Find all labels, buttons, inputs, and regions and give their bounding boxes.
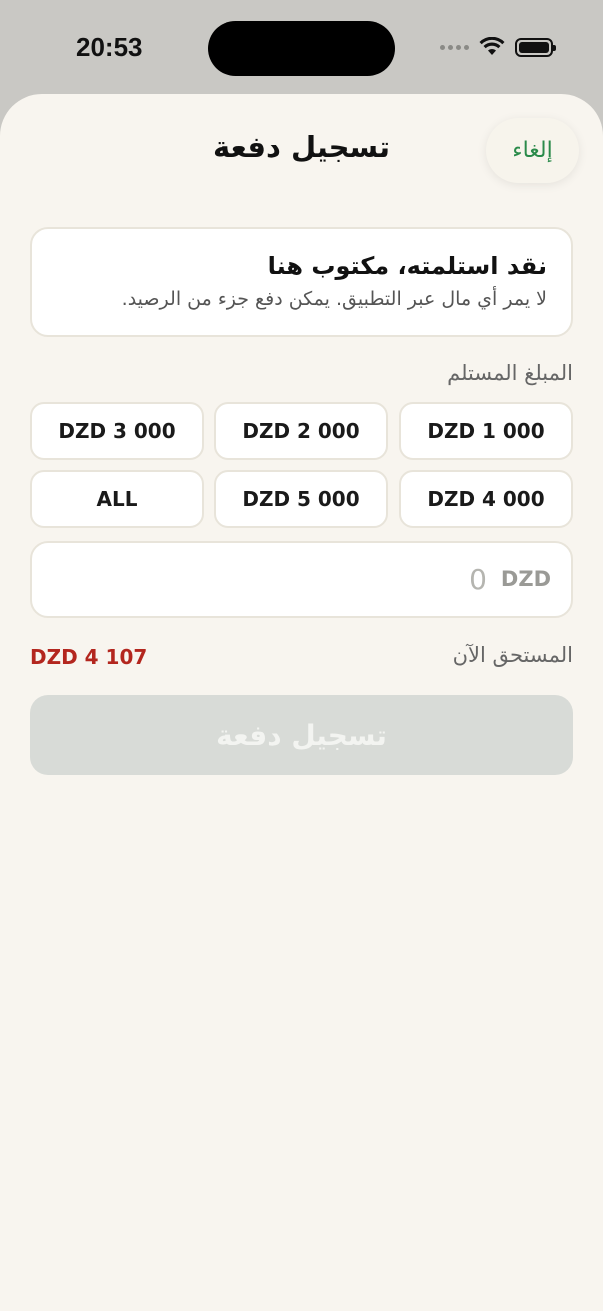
preset-all-button[interactable]: ALL: [30, 470, 204, 528]
currency-label: DZD: [500, 567, 551, 591]
info-card-subtitle: لا يمر أي مال عبر التطبيق. يمكن دفع جزء …: [121, 288, 547, 310]
amount-due-label: المستحق الآن: [452, 643, 573, 667]
amount-due-value: DZD 4 107: [30, 645, 148, 669]
status-time: 20:53: [76, 32, 143, 62]
info-card-title: نقد استلمته، مكتوب هنا: [267, 252, 547, 280]
status-bar: 20:53: [0, 0, 603, 94]
wifi-icon: [479, 37, 505, 55]
preset-amount-button[interactable]: DZD 1 000: [399, 402, 573, 460]
preset-amount-button[interactable]: DZD 4 000: [399, 470, 573, 528]
battery-icon: [515, 37, 556, 57]
cellular-signal-icon: [440, 44, 469, 50]
preset-amount-button[interactable]: DZD 3 000: [30, 402, 204, 460]
record-payment-button[interactable]: تسجيل دفعة: [30, 695, 573, 775]
status-icons: [440, 37, 556, 57]
amount-field[interactable]: DZD: [30, 541, 573, 618]
amount-input[interactable]: [187, 557, 487, 601]
info-card: نقد استلمته، مكتوب هنا لا يمر أي مال عبر…: [30, 227, 573, 337]
cancel-button[interactable]: إلغاء: [486, 118, 579, 183]
record-payment-sheet: تسجيل دفعة إلغاء نقد استلمته، مكتوب هنا …: [0, 94, 603, 1311]
amount-received-label: المبلغ المستلم: [447, 361, 573, 385]
dynamic-island: [208, 21, 395, 76]
preset-amount-button[interactable]: DZD 2 000: [214, 402, 388, 460]
preset-amount-button[interactable]: DZD 5 000: [214, 470, 388, 528]
